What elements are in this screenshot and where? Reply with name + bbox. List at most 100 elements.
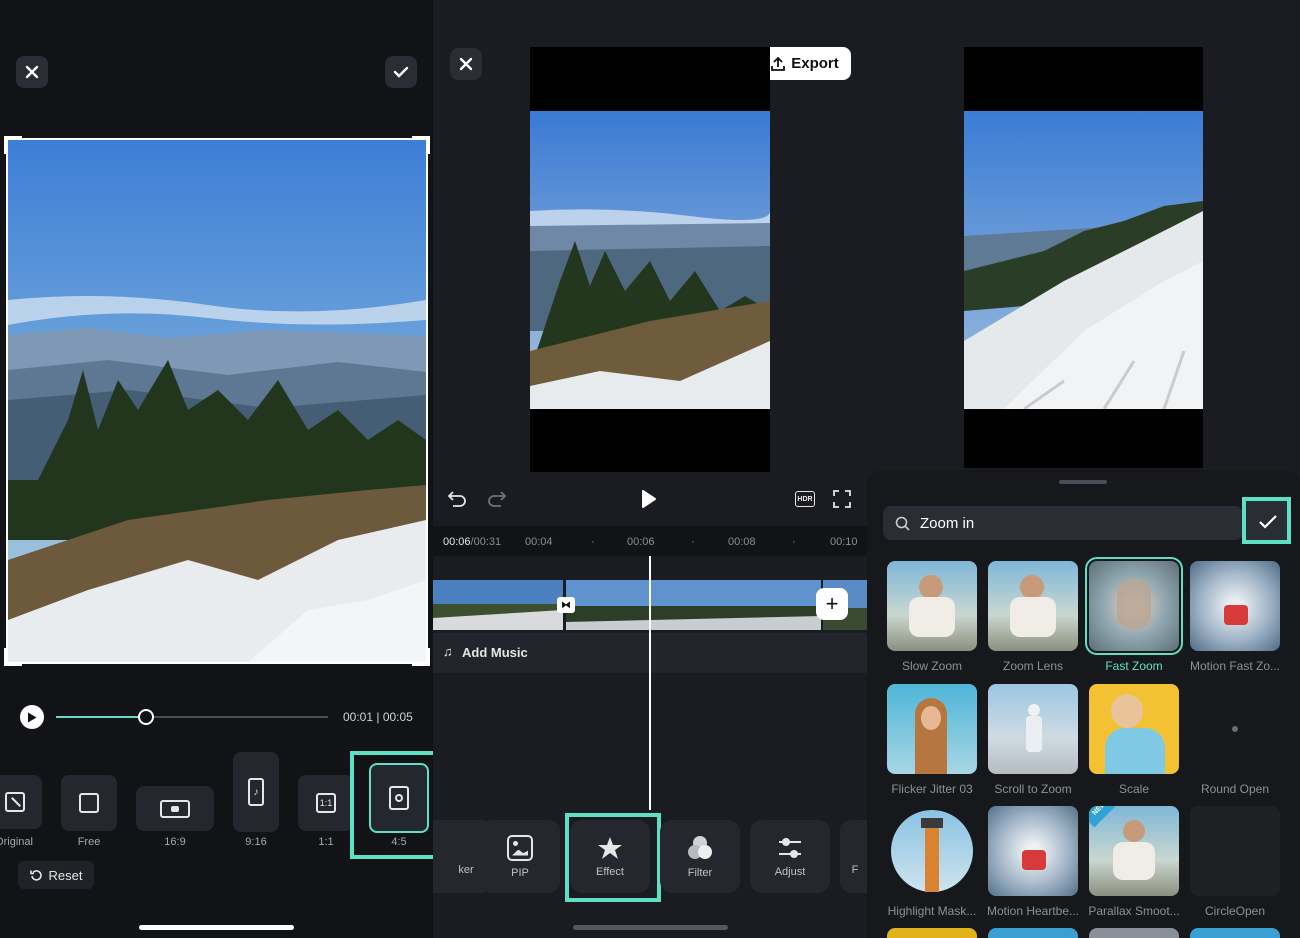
close-icon [25, 65, 39, 79]
effect-item[interactable]: Slow Zoom [887, 561, 977, 673]
pip-icon [507, 834, 533, 861]
sticker-icon [443, 838, 463, 858]
ruler-tick: 00:08 [728, 536, 756, 548]
ratio-9-16-button[interactable]: ♪ [233, 752, 279, 832]
effect-label: Flicker Jitter 03 [891, 782, 973, 796]
effect-label: Fast Zoom [1105, 659, 1163, 673]
effect-item[interactable]: Flicker Jitter 03 [887, 684, 977, 796]
preview-image [964, 111, 1203, 409]
export-button[interactable]: Export [759, 47, 851, 80]
hdr-icon[interactable]: HDR [795, 491, 815, 507]
add-music-label: Add Music [462, 645, 528, 660]
effect-thumbnail [988, 684, 1078, 774]
tool-label: Adjust [774, 865, 806, 878]
sheet-grabber[interactable] [1059, 480, 1107, 484]
tiktok-icon: ♪ [248, 778, 264, 806]
ratio-9-16-label: 9:16 [245, 836, 267, 848]
effect-item[interactable]: Highlight Mask... [887, 806, 977, 918]
home-indicator [139, 925, 294, 930]
adjust-icon [779, 837, 801, 858]
square-ratio-icon: 1:1 [316, 793, 336, 813]
timeline-ruler[interactable]: 00:06/00:31 00:04 · 00:06 · 00:08 · 00:1… [433, 526, 867, 556]
video-preview[interactable] [530, 47, 770, 472]
search-value: Zoom in [920, 514, 975, 532]
effect-item[interactable]: Fast Zoom [1085, 557, 1183, 673]
effect-item[interactable]: NEW Parallax Smoot... [1088, 806, 1180, 918]
effect-item[interactable]: Zoom Lens [988, 561, 1078, 673]
new-badge: NEW [1089, 806, 1119, 828]
close-button[interactable] [450, 48, 482, 80]
plus-icon: + [825, 591, 839, 616]
tool-pip[interactable]: PIP [480, 820, 560, 893]
play-icon[interactable] [641, 489, 657, 509]
tool-label: F [851, 863, 859, 876]
effect-item[interactable]: Scale [1089, 684, 1179, 796]
filter-icon [688, 835, 712, 859]
tool-label: PIP [511, 866, 529, 879]
ratio-free-button[interactable] [61, 775, 117, 831]
effect-item[interactable]: Motion Heartbe... [987, 806, 1079, 918]
play-button[interactable] [20, 705, 44, 729]
effect-item[interactable]: Scroll to Zoom [988, 684, 1078, 796]
redo-icon[interactable] [487, 490, 507, 508]
ratio-free-label: Free [77, 836, 101, 848]
ratio-16-9-button[interactable] [136, 786, 214, 831]
export-label: Export [791, 55, 839, 72]
transition-icon[interactable]: ⧓ [557, 597, 575, 613]
effect-thumbnail-partial [1089, 928, 1179, 938]
effect-label: Motion Fast Zo... [1189, 659, 1281, 673]
crop-handle-top-right[interactable] [412, 136, 430, 154]
effect-label: Scale [1118, 782, 1150, 796]
effect-label: Scroll to Zoom [994, 782, 1072, 796]
effect-label: CircleOpen [1204, 904, 1266, 918]
effect-thumbnail [887, 561, 977, 651]
effect-label: Slow Zoom [901, 659, 963, 673]
crop-handle-top-left[interactable] [4, 136, 22, 154]
playback-time: 00:01 | 00:05 [343, 710, 413, 724]
close-icon [459, 57, 473, 71]
effects-panel: Zoom in Slow Zoom Zoom Lens Fast Zoom Mo… [867, 0, 1300, 938]
effect-item[interactable]: Round Open [1190, 684, 1280, 796]
effect-label: Parallax Smoot... [1088, 904, 1180, 918]
effect-thumbnail [988, 806, 1078, 896]
effect-thumbnail [1190, 806, 1280, 896]
scrubber-handle[interactable] [137, 709, 154, 725]
effect-item[interactable]: CircleOpen [1190, 806, 1280, 918]
editor-panel: Export HDR 00:06/00:31 00:04 · 00:06 · 0… [433, 0, 867, 938]
tool-label: Filter [687, 866, 713, 879]
preview-image [530, 111, 770, 409]
effect-thumbnail-partial [1190, 928, 1280, 938]
fullscreen-icon[interactable] [833, 490, 851, 508]
playhead[interactable] [649, 556, 651, 810]
scrubber-track[interactable] [56, 709, 328, 725]
home-indicator [573, 925, 728, 930]
tool-filter[interactable]: Filter [660, 820, 740, 893]
free-ratio-icon [79, 793, 99, 813]
ratio-1-1-button[interactable]: 1:1 [298, 775, 354, 831]
tool-adjust[interactable]: Adjust [750, 820, 830, 893]
play-icon [28, 712, 37, 722]
video-preview[interactable] [964, 47, 1203, 468]
ratio-16-9-label: 16:9 [164, 836, 186, 848]
crop-frame[interactable] [6, 138, 428, 664]
effect-search-input[interactable]: Zoom in [883, 506, 1243, 540]
effect-item[interactable]: Motion Fast Zo... [1190, 561, 1280, 673]
close-button[interactable] [16, 56, 48, 88]
effect-label: Motion Heartbe... [986, 904, 1080, 918]
effect-thumbnail [988, 561, 1078, 651]
ruler-tick: 00:06 [627, 536, 655, 548]
crop-handle-bottom-left[interactable] [4, 648, 22, 666]
reset-button[interactable]: Reset [18, 861, 94, 889]
crop-handle-bottom-right[interactable] [412, 648, 430, 666]
youtube-icon [160, 799, 190, 818]
confirm-button[interactable] [385, 56, 417, 88]
tool-more[interactable]: F [840, 820, 867, 893]
upload-icon [771, 56, 786, 71]
add-clip-button[interactable]: + [816, 588, 848, 620]
effect-thumbnail: NEW [1089, 806, 1179, 896]
ratio-original-button[interactable] [0, 775, 42, 829]
ruler-tick: 00:04 [525, 536, 553, 548]
effect-thumbnail [887, 684, 977, 774]
undo-icon[interactable] [447, 490, 467, 508]
current-time: 00:06/00:31 [443, 536, 502, 548]
